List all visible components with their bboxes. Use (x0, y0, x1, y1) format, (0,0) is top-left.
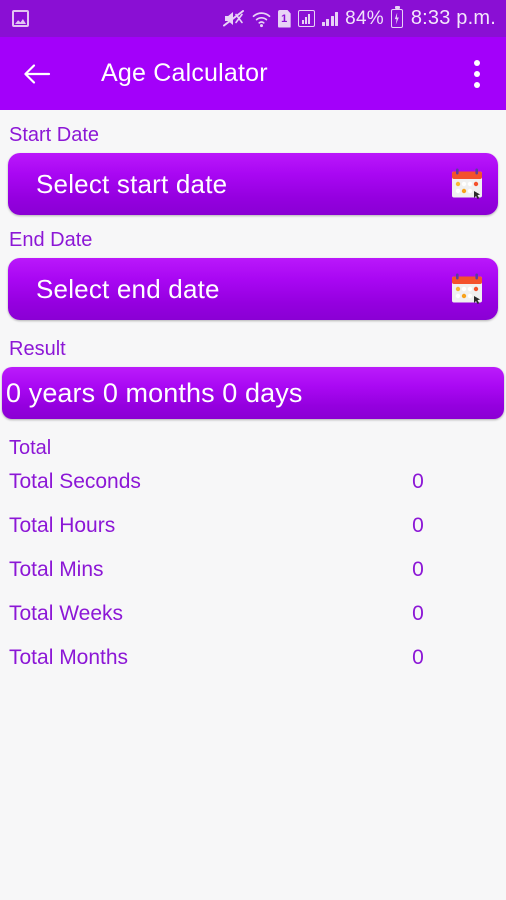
main-content: Start Date Select start date End Date Se… (0, 124, 506, 680)
app-bar: Age Calculator (0, 37, 506, 110)
signal-bars-icon (321, 11, 339, 26)
total-section-header: Total (9, 437, 52, 459)
table-row: Total Mins 0 (8, 548, 498, 592)
status-bar-clock: 8:33 p.m. (410, 7, 496, 29)
calendar-icon (450, 168, 484, 200)
table-row: Total Seconds 0 (8, 460, 498, 504)
page-title: Age Calculator (101, 59, 268, 87)
result-display: 0 years 0 months 0 days (2, 367, 504, 419)
more-vertical-icon[interactable] (464, 56, 490, 92)
table-row: Total Weeks 0 (8, 592, 498, 636)
total-seconds-label: Total Seconds (9, 470, 141, 493)
result-label: Result (9, 338, 66, 360)
photo-notification-icon (12, 10, 29, 27)
result-value: 0 years 0 months 0 days (6, 377, 303, 408)
total-months-label: Total Months (9, 646, 129, 669)
start-date-button-label: Select start date (36, 168, 228, 199)
signal-box-icon (297, 10, 315, 27)
volume-mute-icon (222, 9, 245, 28)
sim-card-1-icon: 1 (277, 9, 291, 28)
status-bar-notifications (12, 10, 29, 27)
status-bar-indicators: 1 84% 8:33 p.m. (222, 6, 496, 30)
table-row: Total Hours 0 (8, 504, 498, 548)
battery-percentage: 84% (345, 7, 384, 29)
charging-battery-icon (390, 6, 403, 28)
table-row: Total Months 0 (8, 636, 498, 680)
total-weeks-label: Total Weeks (9, 602, 123, 625)
total-hours-label: Total Hours (9, 514, 116, 537)
wifi-icon (252, 10, 271, 28)
total-seconds-value: 0 (412, 470, 424, 493)
select-end-date-button[interactable]: Select end date (8, 258, 498, 320)
calendar-icon (450, 273, 484, 305)
start-date-label: Start Date (9, 124, 100, 146)
end-date-label: End Date (9, 229, 93, 251)
total-weeks-value: 0 (412, 602, 424, 625)
select-start-date-button[interactable]: Select start date (8, 153, 498, 215)
back-arrow-icon[interactable] (20, 57, 54, 91)
status-bar: 1 84% 8:33 p.m. (0, 0, 506, 37)
total-months-value: 0 (412, 646, 424, 669)
end-date-button-label: Select end date (36, 273, 220, 304)
total-mins-label: Total Mins (9, 558, 104, 581)
total-hours-value: 0 (412, 514, 424, 537)
total-mins-value: 0 (412, 558, 424, 581)
